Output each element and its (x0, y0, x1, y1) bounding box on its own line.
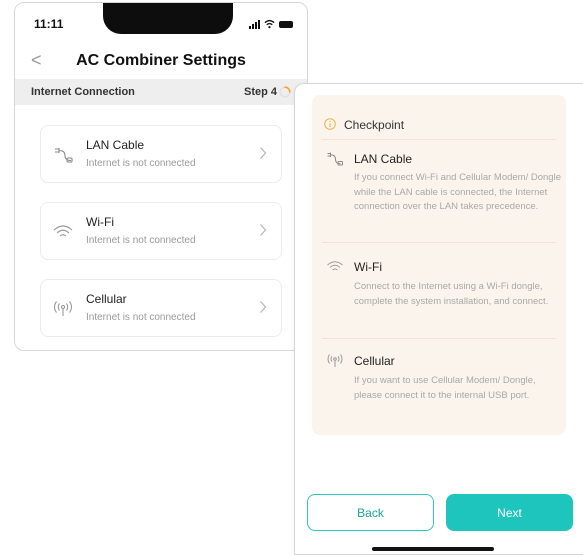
divider (322, 242, 556, 243)
connection-title: Cellular (86, 292, 127, 306)
connection-card-cellular[interactable]: Cellular Internet is not connected (40, 279, 282, 337)
step-count: Step 4 (243, 86, 277, 98)
status-time: 11:11 (34, 17, 64, 31)
chevron-right-icon (260, 301, 267, 313)
wifi-icon (327, 261, 343, 271)
divider (322, 139, 556, 140)
chevron-right-icon (260, 224, 267, 236)
wifi-icon (264, 19, 275, 29)
info-icon (324, 118, 336, 130)
checkpoint-panel: Checkpoint LAN Cable If you connect Wi-F… (312, 95, 566, 435)
next-button[interactable]: Next (446, 494, 573, 531)
step-progress-ring (279, 86, 291, 98)
checkpoint-item-description: Connect to the Internet using a Wi-Fi do… (354, 281, 549, 307)
home-indicator (372, 547, 494, 551)
checkpoint-screen: Checkpoint LAN Cable If you connect Wi-F… (294, 83, 583, 555)
signal-icon (249, 19, 260, 29)
connection-title: Wi-Fi (86, 215, 114, 229)
checkpoint-item-title: Cellular (354, 354, 395, 368)
connection-status: Internet is not connected (86, 158, 196, 169)
cellular-icon (53, 301, 73, 316)
battery-icon (279, 21, 293, 28)
checkpoint-item-description: If you connect Wi-Fi and Cellular Modem/… (354, 172, 561, 212)
divider (322, 338, 556, 339)
status-bar: 11:11 (15, 3, 307, 43)
back-button[interactable]: Back (307, 494, 434, 531)
lan-cable-icon (55, 148, 73, 163)
device-notch (103, 3, 233, 34)
chevron-right-icon (260, 147, 267, 159)
status-icons (249, 15, 293, 29)
page-title: AC Combiner Settings (76, 52, 246, 69)
wifi-icon (53, 225, 73, 237)
checkpoint-title: Checkpoint (344, 118, 405, 132)
checkpoint-item-title: LAN Cable (354, 152, 413, 166)
checkpoint-item-description: If you want to use Cellular Modem/ Dongl… (354, 375, 536, 401)
settings-screen: 11:11 < AC Combiner Settings Internet Co… (14, 2, 308, 351)
nav-bar: < AC Combiner Settings (15, 43, 307, 79)
connection-status: Internet is not connected (86, 312, 196, 323)
lan-cable-icon (327, 152, 343, 166)
connection-status: Internet is not connected (86, 235, 196, 246)
step-label: Internet Connection (31, 86, 135, 98)
cellular-icon (327, 354, 343, 367)
connection-list: LAN Cable Internet is not connected Wi-F… (15, 105, 307, 350)
connection-card-wifi[interactable]: Wi-Fi Internet is not connected (40, 202, 282, 260)
checkpoint-item-title: Wi-Fi (354, 260, 382, 274)
connection-card-lan[interactable]: LAN Cable Internet is not connected (40, 125, 282, 183)
connection-title: LAN Cable (86, 138, 145, 152)
step-bar: Internet Connection Step 4 (15, 79, 307, 105)
